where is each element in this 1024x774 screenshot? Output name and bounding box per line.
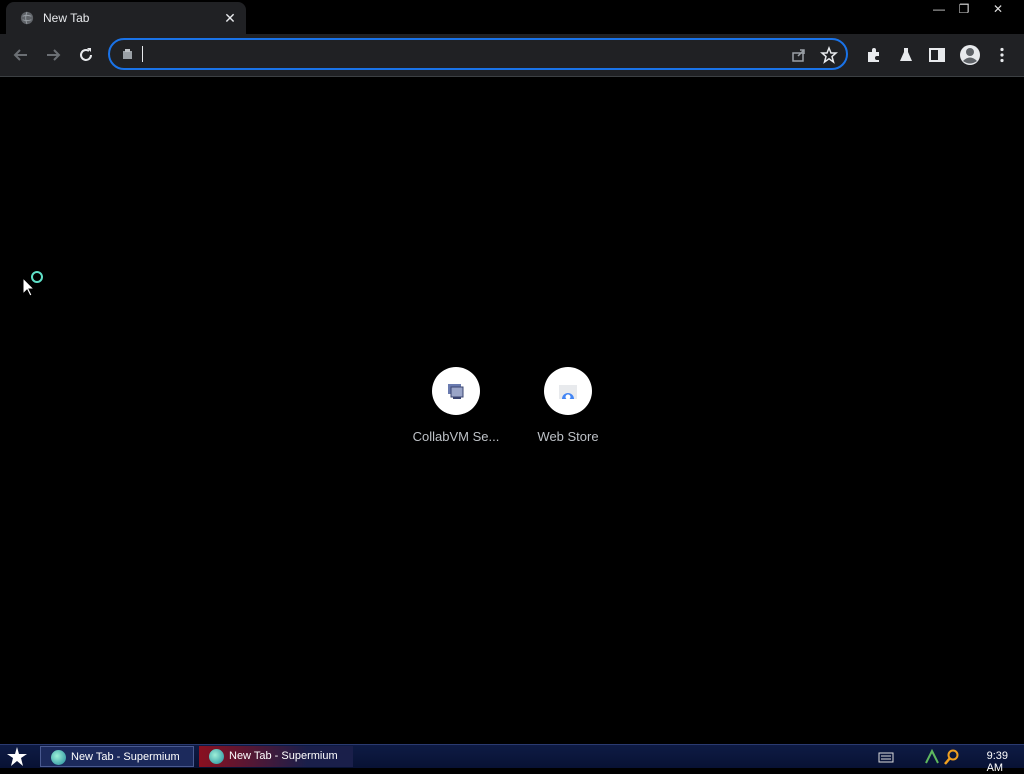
network-icon[interactable] bbox=[924, 749, 940, 765]
profile-icon bbox=[960, 45, 980, 65]
menu-button[interactable] bbox=[990, 43, 1014, 67]
taskbar-item[interactable]: New Tab - Supermium bbox=[40, 746, 194, 767]
keyboard-icon[interactable] bbox=[878, 751, 894, 763]
supermium-icon bbox=[51, 750, 66, 765]
side-panel-button[interactable] bbox=[925, 43, 949, 67]
taskbar: New Tab - Supermium New Tab - Supermium … bbox=[0, 744, 1024, 774]
shortcut-web-store[interactable]: Web Store bbox=[512, 367, 624, 444]
reload-button[interactable] bbox=[74, 43, 98, 67]
taskbar-item-label: New Tab - Supermium bbox=[71, 751, 180, 763]
browser-toolbar bbox=[0, 34, 1024, 77]
reload-icon bbox=[80, 48, 92, 61]
shortcut-icon-circle bbox=[544, 367, 592, 415]
web-store-icon bbox=[559, 385, 577, 400]
sidepanel-icon bbox=[929, 48, 945, 62]
site-info-icon bbox=[123, 49, 132, 59]
star-icon[interactable] bbox=[820, 46, 838, 64]
extensions-button[interactable] bbox=[862, 43, 886, 67]
menu-icon bbox=[1000, 47, 1004, 63]
search-icon[interactable] bbox=[944, 749, 960, 765]
close-window-button[interactable]: ✕ bbox=[978, 0, 1018, 18]
clock: 9:39 AM bbox=[986, 750, 1008, 774]
forward-arrow-icon bbox=[47, 49, 61, 61]
shortcut-label: CollabVM Se... bbox=[412, 429, 500, 444]
restore-button[interactable]: ❐ bbox=[953, 0, 975, 18]
forward-button[interactable] bbox=[41, 43, 65, 67]
omnibox-input[interactable] bbox=[142, 44, 746, 66]
tab-strip: New Tab ✕ — ❐ ✕ bbox=[0, 0, 1024, 34]
supermium-icon bbox=[209, 749, 224, 764]
labs-icon bbox=[900, 48, 912, 61]
minimize-button[interactable]: — bbox=[928, 0, 950, 18]
address-bar[interactable] bbox=[108, 38, 848, 70]
extensions-icon bbox=[868, 48, 879, 62]
tab-title: New Tab bbox=[43, 11, 90, 25]
mouse-cursor bbox=[22, 270, 48, 303]
shortcut-collabvm[interactable]: CollabVM Se... bbox=[400, 367, 512, 444]
busy-cursor-icon bbox=[22, 271, 43, 297]
tab-close-icon[interactable]: ✕ bbox=[222, 10, 238, 26]
share-icon[interactable] bbox=[790, 46, 808, 64]
profile-button[interactable] bbox=[958, 43, 982, 67]
labs-button[interactable] bbox=[894, 43, 918, 67]
tab-new-tab[interactable]: New Tab ✕ bbox=[6, 2, 246, 34]
collabvm-icon bbox=[448, 384, 464, 399]
back-arrow-icon bbox=[13, 49, 27, 61]
start-button-icon[interactable] bbox=[6, 746, 28, 768]
shortcut-icon-circle bbox=[432, 367, 480, 415]
new-tab-page: CollabVM Se... Web Store bbox=[0, 77, 1024, 744]
taskbar-item-label: New Tab - Supermium bbox=[229, 750, 338, 762]
globe-icon bbox=[20, 11, 34, 25]
shortcut-label: Web Store bbox=[537, 429, 599, 444]
back-button[interactable] bbox=[9, 43, 33, 67]
taskbar-item[interactable]: New Tab - Supermium bbox=[199, 746, 353, 767]
